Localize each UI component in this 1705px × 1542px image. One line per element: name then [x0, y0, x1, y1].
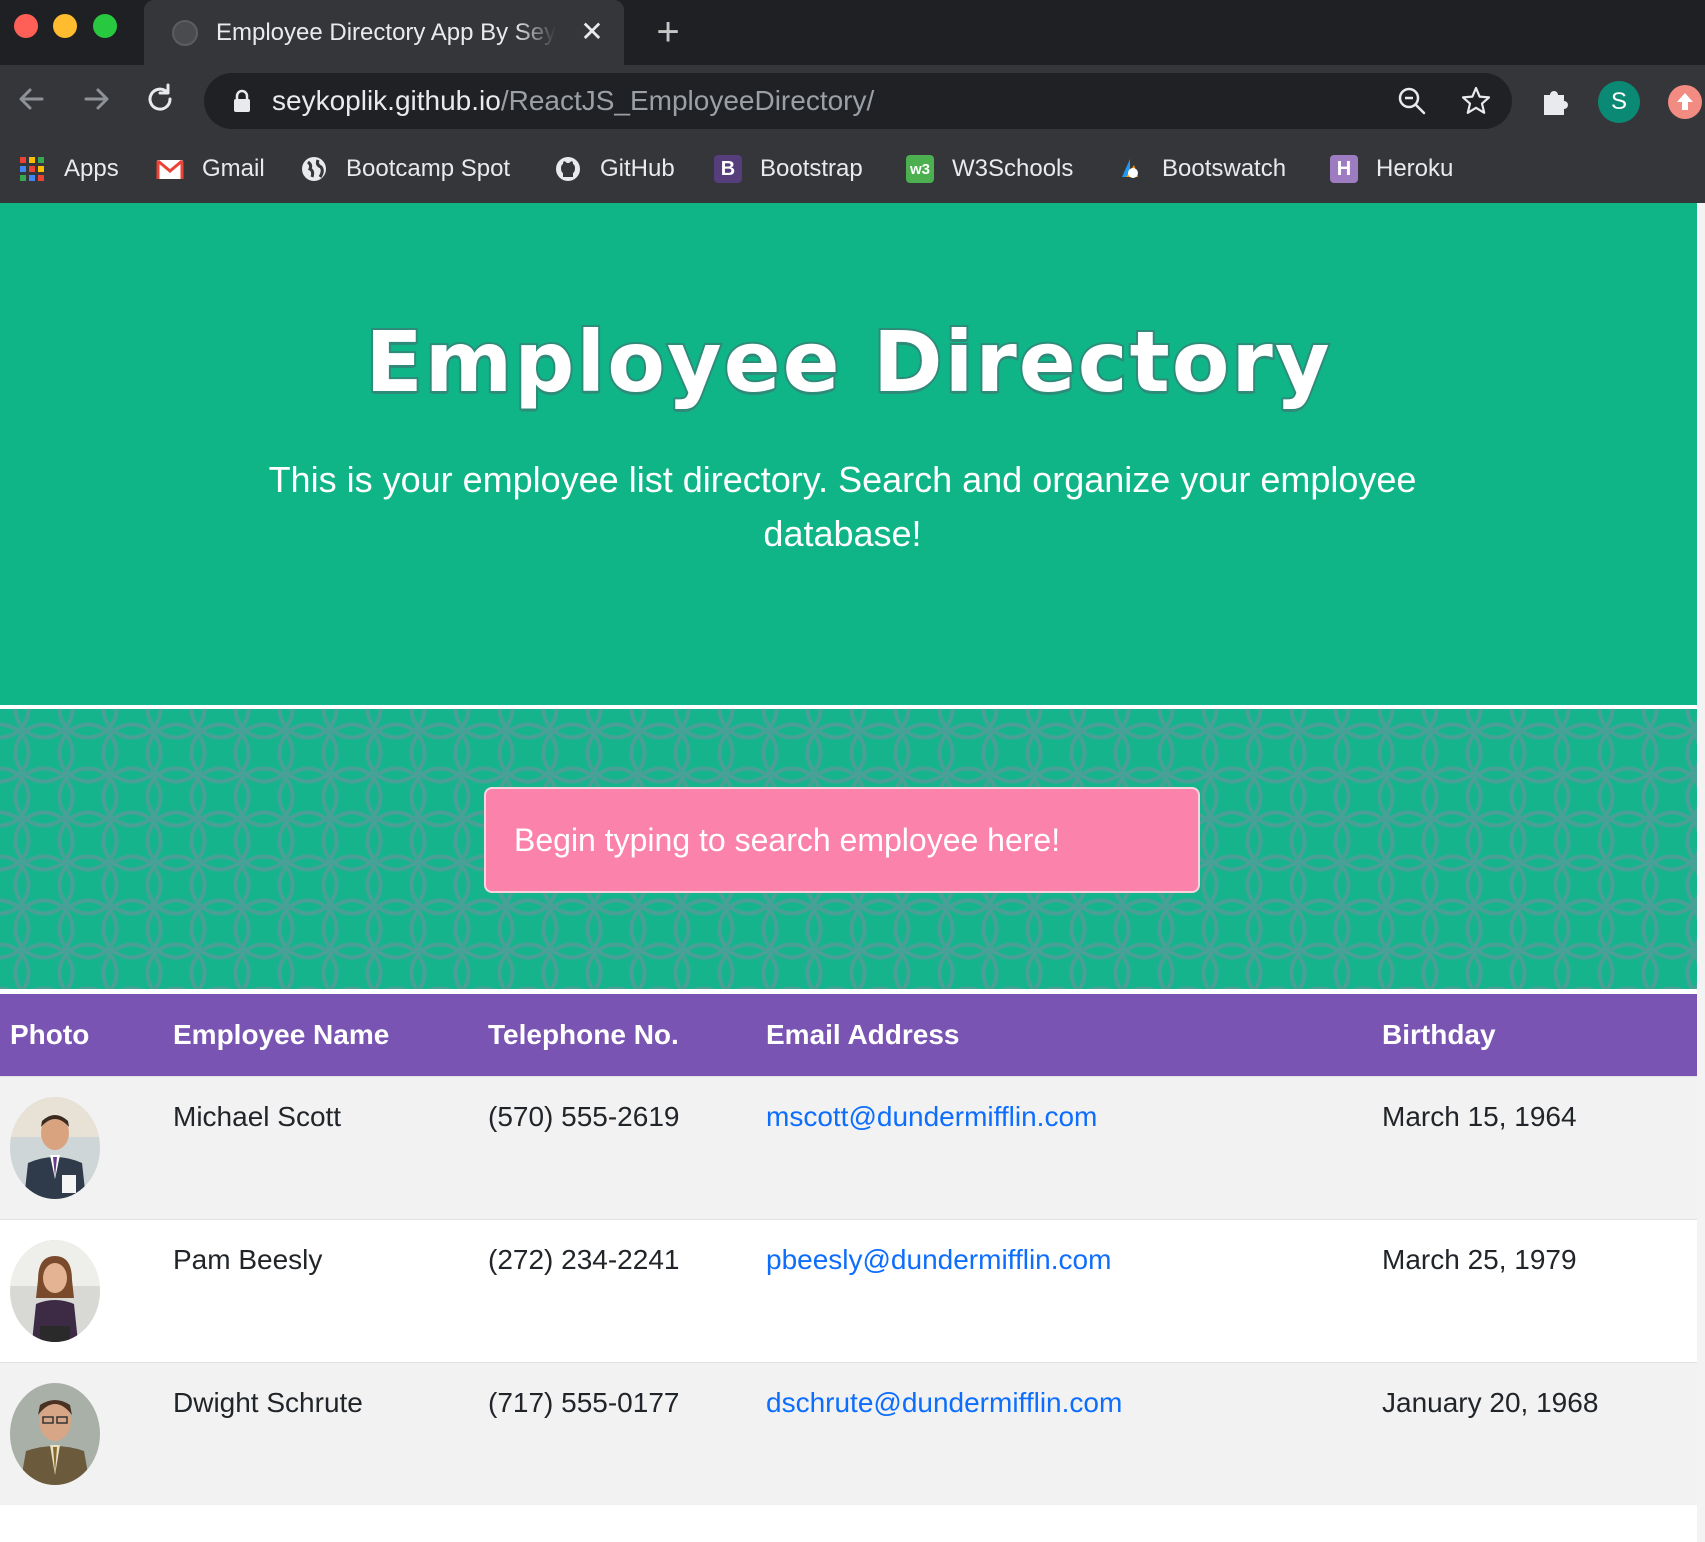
apps-grid-icon [18, 155, 46, 183]
column-header-name[interactable]: Employee Name [173, 994, 488, 1076]
table-header-row: Photo Employee Name Telephone No. Email … [0, 994, 1697, 1076]
tab-close-icon[interactable]: ✕ [576, 16, 608, 48]
heroku-icon: H [1330, 155, 1358, 183]
bookmark-label: Gmail [202, 155, 265, 182]
web-page: Employee Directory This is your employee… [0, 203, 1697, 1542]
tab-title: Employee Directory App By Seykoplik [216, 19, 556, 46]
employee-name: Pam Beesly [173, 1243, 323, 1275]
bootswatch-icon [1116, 155, 1144, 183]
bookmark-label: Bootstrap [760, 155, 863, 182]
window-minimize-button[interactable] [53, 14, 77, 38]
bookmark-apps[interactable]: Apps [18, 151, 119, 187]
bookmark-label: Heroku [1376, 155, 1454, 182]
github-icon [554, 155, 582, 183]
extensions-puzzle-icon[interactable] [1538, 83, 1574, 119]
browser-tab-active[interactable]: Employee Directory App By Seykoplik ✕ [144, 0, 624, 65]
bookmark-label: Bootcamp Spot [346, 155, 511, 182]
new-tab-button[interactable]: + [648, 12, 688, 52]
url-host: seykoplik.github.io [272, 85, 501, 116]
employee-name: Michael Scott [173, 1100, 342, 1132]
employee-telephone: (272) 234-2241 [488, 1243, 680, 1275]
employee-birthday: January 20, 1968 [1382, 1386, 1599, 1418]
column-header-telephone[interactable]: Telephone No. [488, 994, 766, 1076]
w3schools-icon: w3 [906, 155, 934, 183]
employee-search-input[interactable] [484, 787, 1200, 893]
gmail-icon [156, 155, 184, 183]
employee-telephone: (570) 555-2619 [488, 1100, 680, 1132]
table-row: Pam Beesly (272) 234-2241 pbeesly@dunder… [0, 1218, 1697, 1362]
reload-icon[interactable] [140, 79, 180, 119]
bookmarks-bar: Apps Gmail Bootcamp Spot GitHub B Bootst… [0, 137, 1705, 203]
bookmark-label: W3Schools [952, 155, 1074, 182]
employee-email-link[interactable]: mscott@dundermifflin.com [766, 1101, 1097, 1132]
employee-birthday: March 25, 1979 [1382, 1243, 1577, 1275]
employee-email-link[interactable]: pbeesly@dundermifflin.com [766, 1244, 1111, 1275]
page-subtitle: This is your employee list directory. Se… [268, 459, 1417, 554]
page-scroll-edge [1697, 203, 1705, 1542]
bookmark-github[interactable]: GitHub [554, 151, 675, 187]
employee-photo [10, 1382, 100, 1485]
bookmark-label: Bootswatch [1162, 155, 1287, 182]
zoom-out-icon[interactable] [1396, 85, 1428, 117]
column-header-photo[interactable]: Photo [0, 994, 173, 1076]
column-header-birthday[interactable]: Birthday [1382, 994, 1697, 1076]
bookmark-label: Apps [64, 155, 119, 182]
bookmark-w3schools[interactable]: w3 W3Schools [906, 151, 1073, 187]
employee-name: Dwight Schrute [173, 1386, 363, 1418]
lock-icon[interactable] [232, 89, 252, 113]
table-row: Dwight Schrute (717) 555-0177 dschrute@d… [0, 1361, 1697, 1505]
globe-favicon-icon [172, 20, 198, 46]
back-arrow-icon[interactable] [12, 79, 52, 119]
globe-icon [300, 155, 328, 183]
address-bar[interactable]: seykoplik.github.io/ReactJS_EmployeeDire… [204, 73, 1512, 129]
employee-photo [10, 1239, 100, 1342]
update-icon[interactable] [1668, 85, 1702, 119]
window-zoom-button[interactable] [93, 14, 117, 38]
bookmark-bootswatch[interactable]: Bootswatch [1116, 151, 1286, 187]
employee-table: Photo Employee Name Telephone No. Email … [0, 994, 1697, 1505]
url-path: /ReactJS_EmployeeDirectory/ [500, 85, 875, 116]
bookmark-heroku[interactable]: H Heroku [1330, 151, 1453, 187]
employee-photo [10, 1096, 100, 1199]
url-text[interactable]: seykoplik.github.io/ReactJS_EmployeeDire… [272, 85, 874, 117]
bookmark-bootcamp-spot[interactable]: Bootcamp Spot [300, 151, 510, 187]
employee-telephone: (717) 555-0177 [488, 1386, 680, 1418]
browser-toolbar: seykoplik.github.io/ReactJS_EmployeeDire… [0, 65, 1705, 137]
page-title: Employee Directory [363, 311, 1332, 413]
bookmark-gmail[interactable]: Gmail [156, 151, 265, 187]
window-close-button[interactable] [14, 14, 38, 38]
bookmark-star-icon[interactable] [1460, 85, 1492, 117]
employee-birthday: March 15, 1964 [1382, 1100, 1577, 1132]
browser-tab-strip: Employee Directory App By Seykoplik ✕ + [0, 0, 1705, 65]
table-row: Michael Scott (570) 555-2619 mscott@dund… [0, 1075, 1697, 1219]
hero-jumbotron: Employee Directory This is your employee… [0, 203, 1697, 705]
bookmark-bootstrap[interactable]: B Bootstrap [714, 151, 863, 187]
forward-arrow-icon[interactable] [76, 79, 116, 119]
column-header-email[interactable]: Email Address [766, 994, 1382, 1076]
profile-avatar[interactable]: S [1598, 81, 1640, 123]
bootstrap-icon: B [714, 155, 742, 183]
employee-email-link[interactable]: dschrute@dundermifflin.com [766, 1387, 1122, 1418]
bookmark-label: GitHub [600, 155, 675, 182]
